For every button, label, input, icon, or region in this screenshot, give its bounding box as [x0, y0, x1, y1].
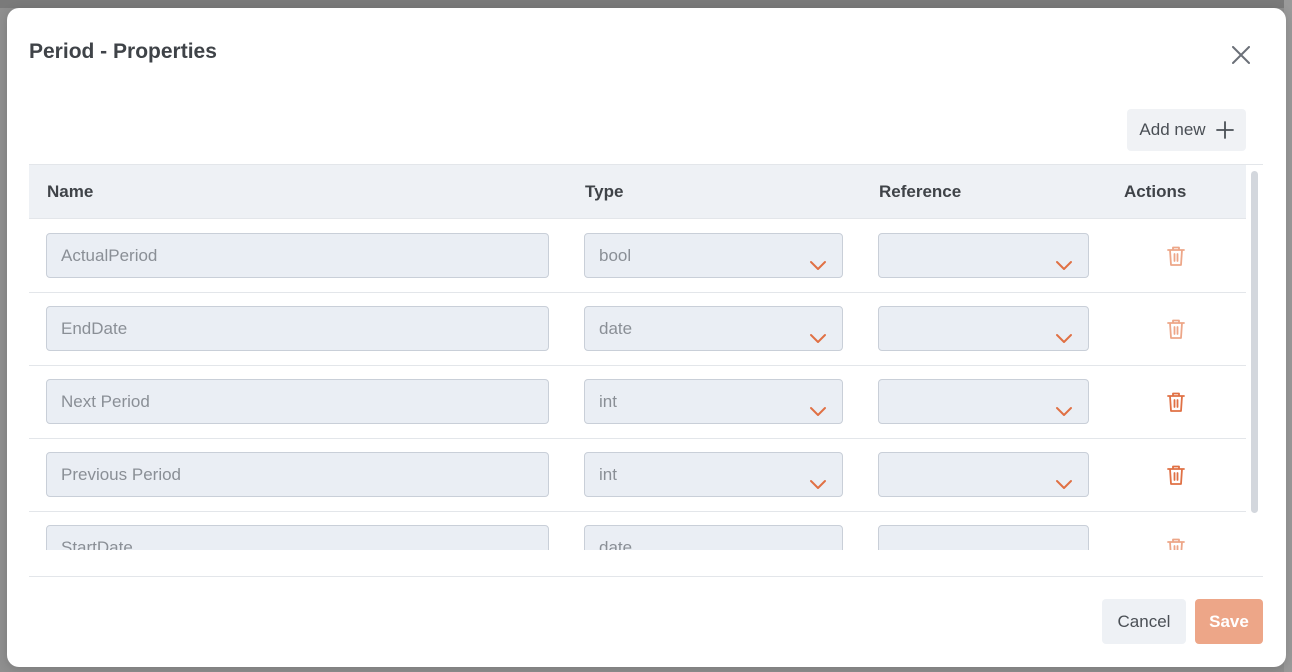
dialog-title: Period - Properties	[29, 40, 217, 63]
reference-select[interactable]	[878, 452, 1089, 497]
chevron-down-icon	[1054, 539, 1074, 550]
properties-dialog: Period - Properties Add new Name Type Re…	[7, 8, 1286, 667]
properties-table: Name Type Reference Actions ActualPeriod…	[29, 164, 1263, 577]
type-select[interactable]: int	[584, 379, 843, 424]
table-row: EndDate date	[29, 293, 1246, 366]
chevron-down-icon	[1054, 320, 1074, 343]
type-value: date	[599, 538, 633, 550]
chevron-down-icon	[808, 539, 828, 550]
chevron-down-icon	[808, 393, 828, 416]
table-body: ActualPeriod bool EndDate date Next Period in…	[29, 220, 1246, 550]
add-new-button[interactable]: Add new	[1127, 109, 1246, 151]
chevron-down-icon	[1054, 247, 1074, 270]
reference-select[interactable]	[878, 306, 1089, 351]
reference-select[interactable]	[878, 379, 1089, 424]
name-input[interactable]: StartDate	[46, 525, 549, 550]
name-input[interactable]: ActualPeriod	[46, 233, 549, 278]
reference-select[interactable]	[878, 233, 1089, 278]
reference-select[interactable]	[878, 525, 1089, 550]
delete-button[interactable]	[1166, 391, 1186, 413]
table-row: Previous Period int	[29, 439, 1246, 512]
type-value: int	[599, 465, 617, 484]
type-select[interactable]: date	[584, 525, 843, 550]
save-button[interactable]: Save	[1195, 599, 1263, 644]
backdrop	[0, 0, 1292, 8]
cancel-button[interactable]: Cancel	[1102, 599, 1186, 644]
delete-button[interactable]	[1166, 318, 1186, 340]
trash-icon	[1166, 538, 1186, 550]
trash-icon	[1166, 246, 1186, 271]
delete-button[interactable]	[1166, 537, 1186, 550]
plus-icon	[1215, 121, 1234, 139]
trash-icon	[1166, 319, 1186, 344]
close-icon	[1232, 46, 1250, 64]
type-value: date	[599, 319, 633, 338]
table-scrollbar[interactable]	[1251, 171, 1258, 513]
type-value: bool	[599, 246, 632, 265]
table-row: ActualPeriod bool	[29, 220, 1246, 293]
trash-icon	[1166, 392, 1186, 417]
name-input[interactable]: EndDate	[46, 306, 549, 351]
table-header: Name Type Reference Actions	[29, 165, 1246, 219]
chevron-down-icon	[808, 247, 828, 270]
column-header-actions: Actions	[1124, 182, 1187, 201]
type-select[interactable]: bool	[584, 233, 843, 278]
chevron-down-icon	[808, 466, 828, 489]
delete-button[interactable]	[1166, 464, 1186, 486]
table-row: StartDate date	[29, 512, 1246, 550]
type-select[interactable]: int	[584, 452, 843, 497]
trash-icon	[1166, 465, 1186, 490]
chevron-down-icon	[1054, 466, 1074, 489]
column-header-type: Type	[585, 182, 624, 201]
close-button[interactable]	[1227, 41, 1255, 69]
chevron-down-icon	[808, 320, 828, 343]
delete-button[interactable]	[1166, 245, 1186, 267]
name-input[interactable]: Previous Period	[46, 452, 549, 497]
add-new-label: Add new	[1139, 120, 1206, 139]
type-select[interactable]: date	[584, 306, 843, 351]
table-row: Next Period int	[29, 366, 1246, 439]
chevron-down-icon	[1054, 393, 1074, 416]
type-value: int	[599, 392, 617, 411]
name-input[interactable]: Next Period	[46, 379, 549, 424]
column-header-reference: Reference	[879, 182, 962, 201]
column-header-name: Name	[47, 182, 94, 201]
